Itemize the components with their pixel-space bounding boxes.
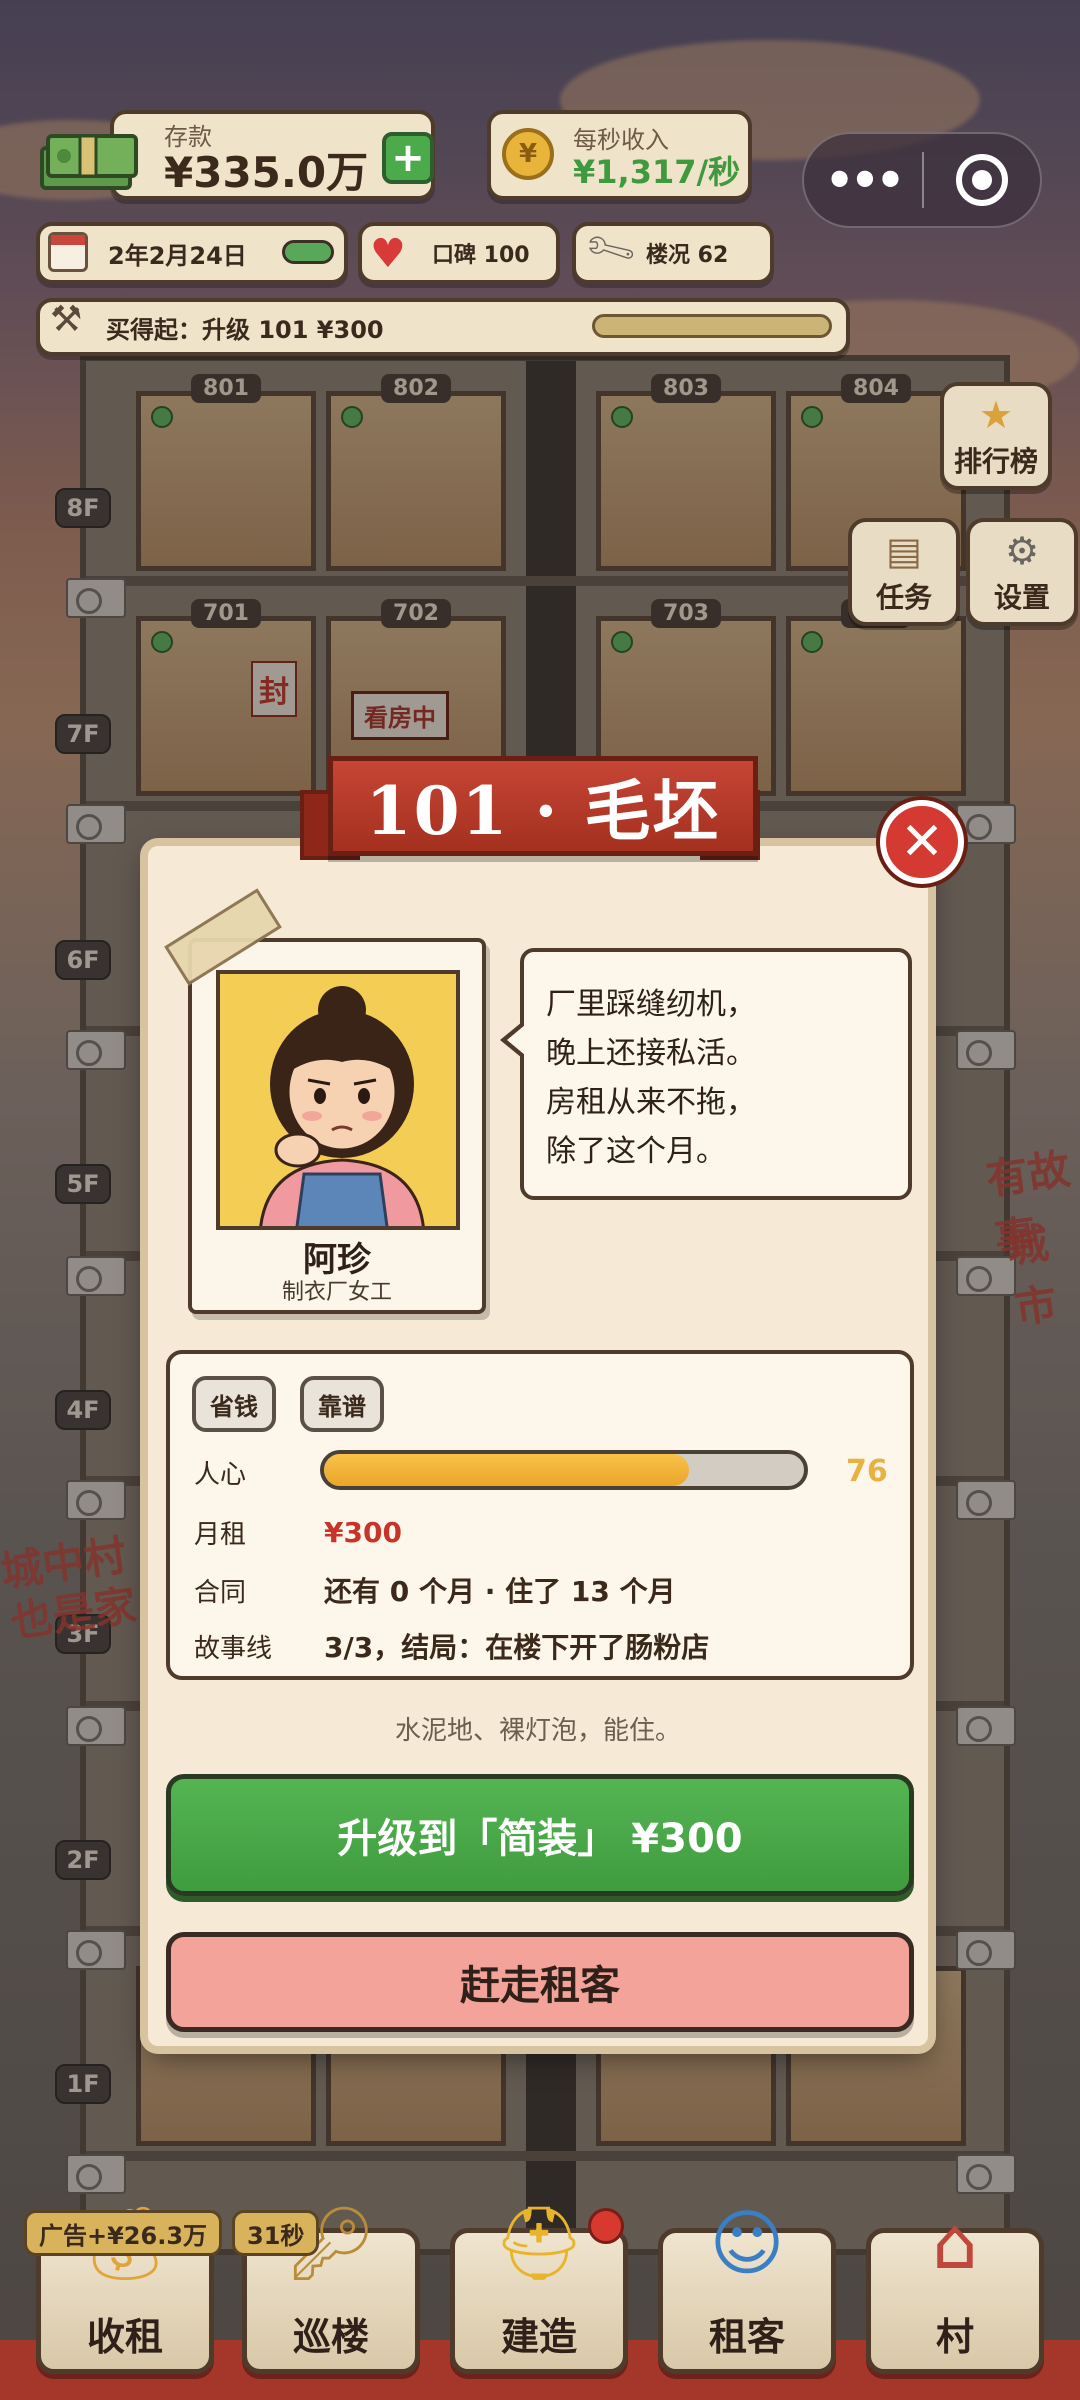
modal-title: 101 · 毛坯 <box>328 756 758 856</box>
heart-progress-bar <box>320 1450 808 1490</box>
trait-tag: 省钱 <box>192 1376 276 1432</box>
room-description: 水泥地、裸灯泡，能住。 <box>394 1716 681 1746</box>
heart-label: 人心 <box>194 1460 247 1490</box>
hard-hat-icon: ⛑︎ <box>493 2201 585 2285</box>
more-icon[interactable]: ••• <box>804 157 922 203</box>
evict-tenant-button[interactable]: 赶走租客 <box>166 1932 914 2032</box>
notification-dot <box>588 2208 624 2244</box>
contract-row: 合同 还有 0 个月 · 住了 13 个月 <box>194 1570 676 1610</box>
trait-tag: 靠谱 <box>300 1376 384 1432</box>
patrol-timer-badge: 31秒 <box>232 2210 320 2256</box>
tenant-speech-bubble: 厂里踩缝纫机， 晚上还接私活。 房租从来不拖， 除了这个月。 <box>500 948 912 1200</box>
rent-row: 月租 ¥300 <box>194 1514 402 1551</box>
leaderboard-label: 排行榜 <box>953 445 1038 478</box>
upgrade-room-button[interactable]: 升级到「简装」 ¥300 <box>166 1774 914 1896</box>
tasks-button[interactable]: ▤ 任务 <box>848 518 960 626</box>
contract-value: 还有 0 个月 · 住了 13 个月 <box>324 1575 676 1608</box>
nav-build-label: 建造 <box>500 2315 577 2359</box>
nav-build[interactable]: ⛑︎ 建造 <box>450 2207 628 2374</box>
speech-line: 厂里踩缝纫机， <box>546 987 756 1022</box>
close-modal-button[interactable]: ✕ <box>880 800 964 884</box>
speech-line: 晚上还接私活。 <box>546 1036 756 1071</box>
settings-button[interactable]: ⚙ 设置 <box>966 518 1078 626</box>
money-value: ¥335.0万 <box>164 147 369 197</box>
day-progress-bar <box>282 240 334 264</box>
income-label: 每秒收入 <box>573 125 669 154</box>
calendar-icon <box>48 232 88 272</box>
heart-progress-fill <box>324 1454 689 1486</box>
ad-reward-badge[interactable]: 广告+¥26.3万 <box>24 2210 223 2256</box>
story-row: 故事线 3/3，结局：在楼下开了肠粉店 <box>194 1626 709 1666</box>
story-label: 故事线 <box>194 1633 273 1664</box>
miniprogram-capsule: ••• <box>802 132 1042 228</box>
income-value: ¥1,317/秒 <box>573 152 741 191</box>
leaderboard-button[interactable]: ★ 排行榜 <box>940 382 1052 490</box>
nav-patrol-label: 巡楼 <box>292 2315 369 2359</box>
nav-tenant[interactable]: ☺ 租客 <box>658 2207 836 2374</box>
person-icon: ☺ <box>709 2201 785 2285</box>
story-value: 3/3，结局：在楼下开了肠粉店 <box>324 1631 710 1664</box>
tenant-stats-panel: 省钱 靠谱 人心 76 月租 ¥300 合同 还有 0 个月 · 住了 13 个… <box>166 1350 914 1680</box>
nav-tenant-label: 租客 <box>708 2315 785 2359</box>
nav-village-label: 村 <box>935 2315 974 2359</box>
heart-row: 人心 <box>194 1454 324 1491</box>
afford-progress-bar <box>592 314 832 338</box>
tasks-label: 任务 <box>875 581 932 614</box>
rent-label: 月租 <box>194 1520 247 1550</box>
tenant-avatar-illustration <box>259 986 425 1226</box>
money-label: 存款 <box>164 122 212 151</box>
add-money-button[interactable]: + <box>382 132 434 184</box>
clipboard-icon: ▤ <box>886 529 922 573</box>
speech-line: 房租从来不拖， <box>546 1085 756 1120</box>
settings-label: 设置 <box>993 581 1050 614</box>
medal-icon: ★ <box>978 393 1014 437</box>
hammer-icon: ⚒︎ <box>50 299 83 340</box>
nav-village[interactable]: ⌂ 村 <box>866 2207 1044 2374</box>
heart-value: 76 <box>846 1454 888 1489</box>
heart-icon: ♥ <box>370 231 406 277</box>
contract-label: 合同 <box>194 1577 247 1608</box>
gear-icon: ⚙ <box>1004 529 1040 573</box>
tenant-occupation: 制衣厂女工 <box>281 1280 392 1305</box>
speech-line: 除了这个月。 <box>546 1134 726 1169</box>
close-miniprogram-button[interactable] <box>924 154 1040 206</box>
cash-stack-icon <box>40 134 138 190</box>
coin-icon: ¥ <box>502 128 554 180</box>
house-icon: ⌂ <box>932 2201 978 2285</box>
nav-collect-label: 收租 <box>86 2315 163 2359</box>
tenant-photo-card: 阿珍 制衣厂女工 <box>188 938 486 1314</box>
target-icon <box>955 154 1008 206</box>
rent-value: ¥300 <box>324 1516 402 1549</box>
tenant-portrait <box>216 970 460 1230</box>
